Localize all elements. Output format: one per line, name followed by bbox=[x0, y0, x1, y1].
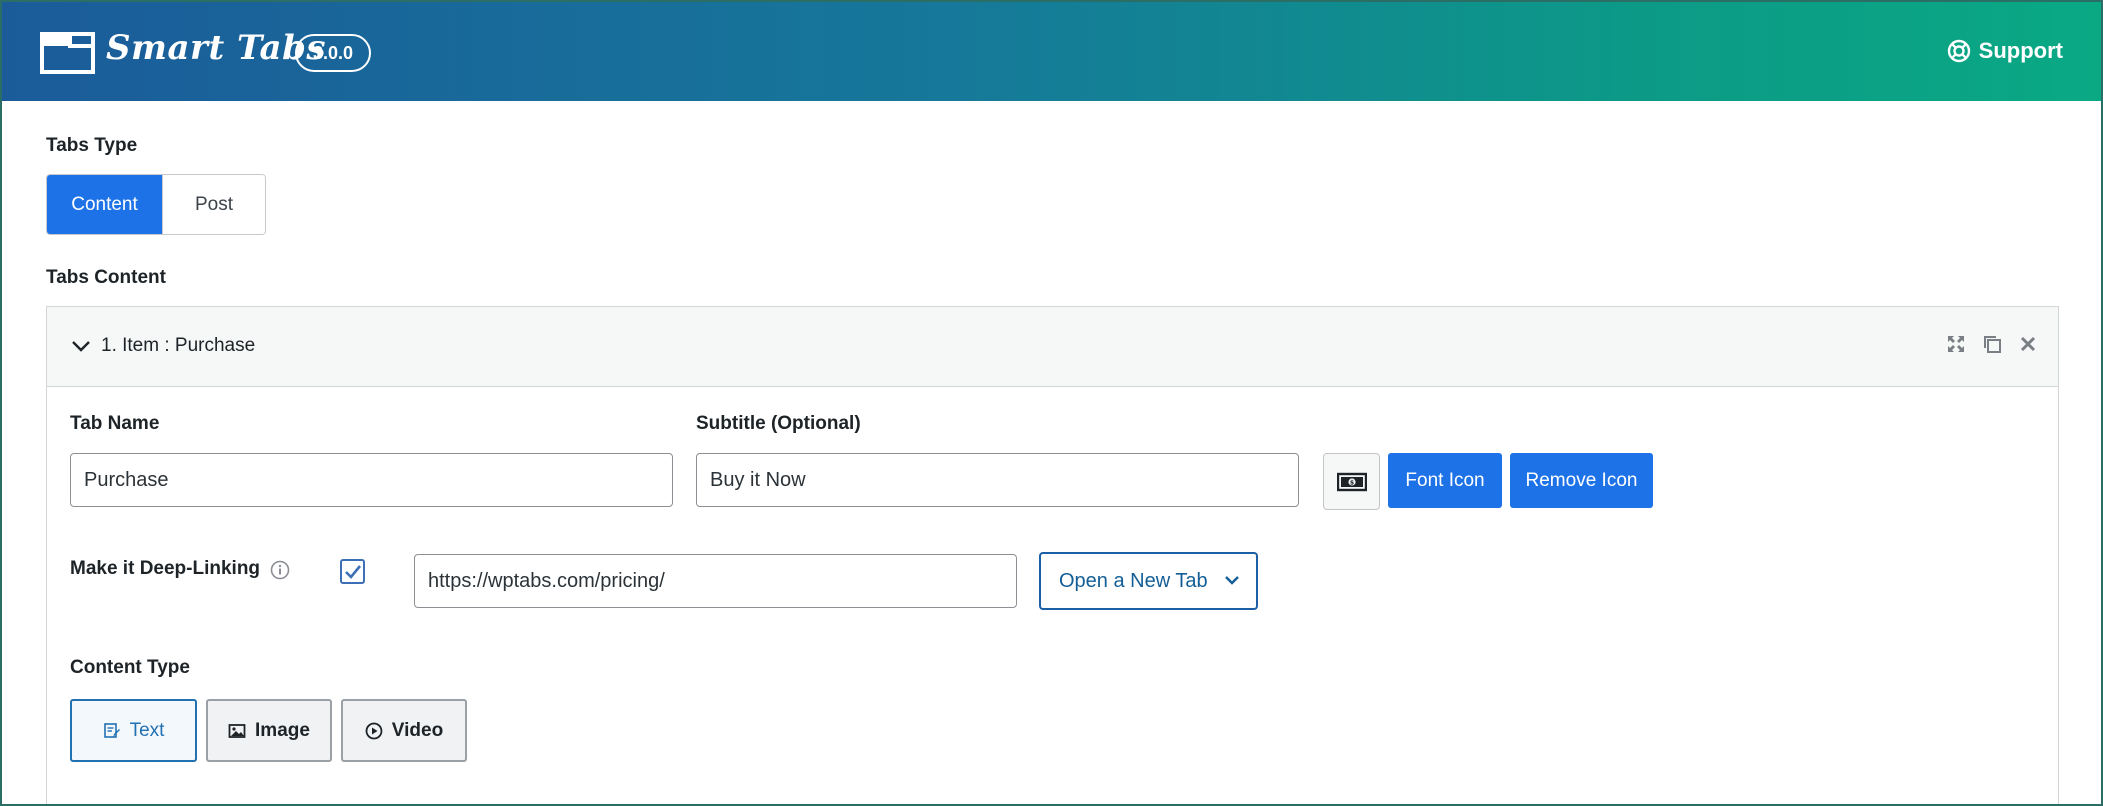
lifebuoy-icon bbox=[1947, 39, 1970, 63]
remove-icon-button[interactable]: Remove Icon bbox=[1510, 453, 1653, 508]
brand-name: Smart Tabs bbox=[106, 28, 327, 68]
tab-name-label: Tab Name bbox=[70, 413, 160, 434]
text-edit-icon bbox=[103, 722, 120, 738]
content-type-text-button[interactable]: Text bbox=[70, 699, 197, 762]
subtitle-input[interactable]: Buy it Now bbox=[696, 453, 1299, 507]
content-type-image-button[interactable]: Image bbox=[206, 699, 332, 762]
content-type-video-label: Video bbox=[391, 719, 444, 741]
version-badge: 3.0.0 bbox=[295, 34, 372, 72]
expand-icon[interactable] bbox=[1946, 334, 1966, 354]
image-icon bbox=[228, 723, 246, 738]
tab-item-header[interactable]: 1. Item : Purchase bbox=[47, 307, 2058, 387]
svg-text:$: $ bbox=[1349, 479, 1353, 486]
tab-item-title-wrap[interactable]: 1. Item : Purchase bbox=[71, 335, 255, 357]
chevron-down-icon bbox=[72, 341, 90, 352]
content-type-image-label: Image bbox=[255, 719, 310, 741]
chevron-down-icon bbox=[1225, 576, 1239, 585]
checkmark-icon bbox=[344, 564, 361, 579]
app-header: Smart Tabs 3.0.0 Support bbox=[2, 2, 2101, 101]
link-target-select[interactable]: Open a New Tab bbox=[1039, 552, 1258, 610]
tabs-type-toggle: Content Post bbox=[46, 174, 266, 235]
deep-linking-label: Make it Deep-Linking bbox=[70, 558, 261, 579]
content-type-label: Content Type bbox=[70, 657, 190, 678]
app-frame: Smart Tabs 3.0.0 Support Tabs Type Conte… bbox=[0, 0, 2103, 806]
tabs-content-label: Tabs Content bbox=[46, 267, 166, 288]
tabs-type-post-button[interactable]: Post bbox=[162, 175, 265, 234]
icon-preview-button[interactable]: $ bbox=[1323, 453, 1380, 510]
info-icon[interactable] bbox=[270, 560, 290, 580]
money-bill-icon: $ bbox=[1336, 472, 1367, 491]
duplicate-icon[interactable] bbox=[1982, 334, 2002, 354]
subtitle-label: Subtitle (Optional) bbox=[696, 413, 861, 434]
tab-name-input[interactable]: Purchase bbox=[70, 453, 673, 507]
font-icon-button[interactable]: Font Icon bbox=[1388, 453, 1502, 508]
support-label: Support bbox=[1978, 38, 2063, 63]
content-type-video-button[interactable]: Video bbox=[341, 699, 467, 762]
link-target-value: Open a New Tab bbox=[1059, 569, 1208, 592]
tab-item-title: 1. Item : Purchase bbox=[101, 335, 256, 356]
tabs-logo-icon bbox=[40, 32, 95, 74]
close-icon[interactable] bbox=[2018, 334, 2038, 354]
support-link[interactable]: Support bbox=[1947, 38, 2063, 64]
deep-link-url-input[interactable]: https://wptabs.com/pricing/ bbox=[414, 554, 1017, 608]
tabs-type-label: Tabs Type bbox=[46, 135, 138, 156]
tabs-type-content-button[interactable]: Content bbox=[47, 175, 162, 234]
deep-linking-checkbox[interactable] bbox=[340, 559, 365, 584]
content-type-text-label: Text bbox=[129, 719, 165, 741]
play-circle-icon bbox=[365, 722, 383, 739]
tab-item-actions bbox=[1946, 334, 2038, 354]
